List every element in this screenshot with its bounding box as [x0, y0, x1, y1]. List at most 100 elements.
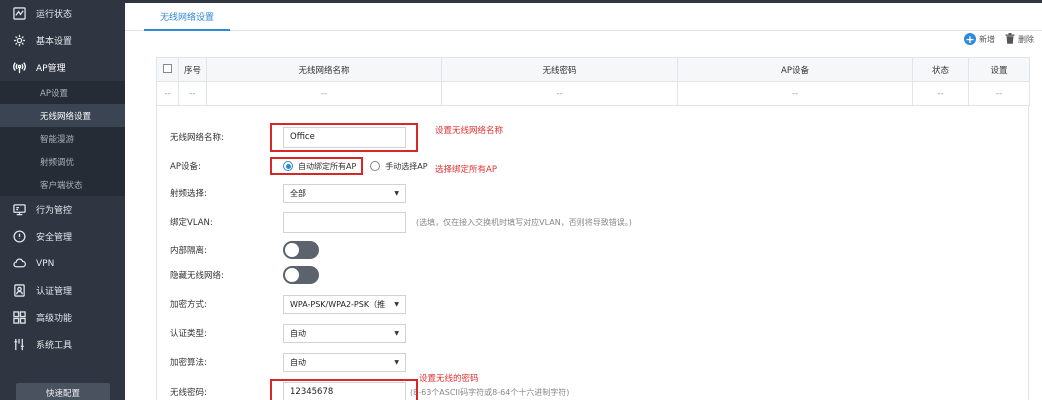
wireless-form: 无线网络名称: Office AP设备: 自动绑定所有AP 手动选择AP 射频选… — [156, 106, 1029, 400]
sidebar-item-basic-settings[interactable]: 基本设置 — [0, 27, 125, 54]
sidebar-item-ap-management[interactable]: AP管理 — [0, 54, 125, 81]
toggle-knob — [285, 243, 299, 257]
add-button[interactable]: + 新增 — [964, 33, 995, 45]
caret-down-icon: ▼ — [394, 300, 399, 308]
select-all-cell — [156, 57, 179, 82]
sidebar-subitem-wireless-settings[interactable]: 无线网络设置 — [0, 104, 125, 127]
tab-bar: 无线网络设置 — [125, 4, 1042, 31]
sidebar-item-vpn[interactable]: VPN — [0, 250, 125, 277]
caret-down-icon: ▼ — [394, 358, 399, 366]
trash-icon — [1005, 32, 1015, 46]
toggle-knob — [285, 268, 299, 282]
auth-type-row: 认证类型: 自动 ▼ — [170, 322, 406, 344]
auth-type-label: 认证类型: — [170, 329, 207, 339]
auth-type-select[interactable]: 自动 ▼ — [283, 323, 406, 343]
ssid-row: 无线网络名称: Office — [170, 126, 406, 148]
table-cell: -- — [968, 81, 1030, 106]
sidebar: 运行状态 基本设置 AP管理 AP设置 无线网络设置 智能漫游 射频调优 客户端… — [0, 0, 125, 400]
sidebar-item-label: 系统工具 — [36, 341, 73, 351]
chart-line-icon — [12, 7, 26, 21]
table-cell: -- — [156, 81, 179, 106]
select-all-checkbox[interactable] — [163, 63, 172, 73]
caret-down-icon: ▼ — [394, 189, 399, 197]
isolation-toggle[interactable] — [283, 241, 319, 259]
ssid-input[interactable]: Office — [283, 126, 406, 148]
radio-manual-select-ap[interactable]: 手动选择AP — [370, 161, 428, 172]
cipher-select[interactable]: 自动 ▼ — [283, 352, 406, 372]
ap-device-row: AP设备: 自动绑定所有AP 手动选择AP — [170, 155, 428, 177]
sidebar-item-status[interactable]: 运行状态 — [0, 0, 125, 27]
main-content: 无线网络设置 + 新增 删除 序号 无线网络名称 无线密码 AP设备 状态 设置… — [125, 0, 1042, 400]
hide-ssid-toggle[interactable] — [283, 266, 319, 284]
password-row: 无线密码: 12345678 (8-63个ASCII码字符或8-64个十六进制字… — [170, 381, 569, 400]
sidebar-item-label: 行为管控 — [36, 206, 73, 216]
encryption-label: 加密方式: — [170, 300, 207, 310]
encryption-row: 加密方式: WPA-PSK/WPA2-PSK（推 ▼ — [170, 293, 406, 315]
caret-down-icon: ▼ — [394, 329, 399, 337]
sidebar-item-advanced[interactable]: 高级功能 — [0, 304, 125, 331]
sidebar-item-label: AP管理 — [36, 64, 66, 74]
column-header: 状态 — [912, 57, 969, 82]
select-value: 全部 — [290, 188, 306, 198]
top-border — [125, 0, 1042, 3]
vlan-label: 绑定VLAN: — [170, 218, 213, 228]
shield-icon — [12, 230, 26, 244]
vlan-input[interactable] — [283, 211, 406, 233]
table-toolbar: + 新增 删除 — [964, 31, 1034, 47]
wireless-table: 序号 无线网络名称 无线密码 AP设备 状态 设置 -- -- -- -- --… — [156, 57, 1030, 106]
password-label: 无线密码: — [170, 388, 207, 398]
column-header: 序号 — [178, 57, 207, 82]
password-hint: (8-63个ASCII码字符或8-64个十六进制字符) — [410, 387, 570, 397]
add-label: 新增 — [979, 34, 995, 44]
table-cell: -- — [206, 81, 442, 106]
hide-ssid-label: 隐藏无线网络: — [170, 271, 224, 281]
sidebar-item-behavior-control[interactable]: 行为管控 — [0, 196, 125, 223]
radio-label: 自动绑定所有AP — [298, 161, 357, 171]
table-cell: -- — [912, 81, 969, 106]
sidebar-item-label: 基本设置 — [36, 37, 73, 47]
vlan-hint: (选填，仅在接入交换机时填写对应VLAN，否则将导致错误。) — [416, 217, 632, 227]
sidebar-subitem-rf-tuning[interactable]: 射频调优 — [0, 150, 125, 173]
sidebar-item-security[interactable]: 安全管理 — [0, 223, 125, 250]
quick-config-button[interactable]: 快速配置 — [16, 383, 110, 400]
select-value: 自动 — [290, 357, 306, 367]
radio-band-label: 射频选择: — [170, 189, 207, 199]
sidebar-subitem-client-status[interactable]: 客户端状态 — [0, 173, 125, 196]
hide-ssid-row: 隐藏无线网络: — [170, 264, 319, 286]
password-input[interactable]: 12345678 — [283, 381, 406, 400]
column-header: 设置 — [968, 57, 1030, 82]
radio-dot-icon — [370, 161, 381, 171]
sidebar-item-label: 运行状态 — [36, 10, 73, 20]
radio-auto-bind-all-ap[interactable]: 自动绑定所有AP — [283, 161, 356, 172]
sidebar-subitem-smart-roaming[interactable]: 智能漫游 — [0, 127, 125, 150]
vlan-row: 绑定VLAN: (选填，仅在接入交换机时填写对应VLAN，否则将导致错误。) — [170, 211, 632, 233]
sidebar-item-system-tools[interactable]: 系统工具 — [0, 331, 125, 358]
ssid-label: 无线网络名称: — [170, 133, 224, 143]
cipher-row: 加密算法: 自动 ▼ — [170, 351, 406, 373]
sidebar-item-auth[interactable]: 认证管理 — [0, 277, 125, 304]
sidebar-item-label: 安全管理 — [36, 233, 73, 243]
radio-band-select[interactable]: 全部 ▼ — [283, 183, 406, 203]
column-header: 无线网络名称 — [206, 57, 442, 82]
sidebar-item-label: VPN — [36, 258, 55, 269]
column-header: 无线密码 — [441, 57, 678, 82]
tab-wireless-settings[interactable]: 无线网络设置 — [144, 4, 231, 31]
table-cell: -- — [677, 81, 913, 106]
sidebar-subitem-ap-settings[interactable]: AP设置 — [0, 81, 125, 104]
radio-label: 手动选择AP — [385, 161, 428, 171]
sidebar-item-label: 认证管理 — [36, 287, 73, 297]
wireless-ap-icon — [12, 61, 26, 75]
table-row: -- -- -- -- -- -- -- — [156, 81, 1030, 106]
select-value: 自动 — [290, 328, 306, 338]
column-header: AP设备 — [677, 57, 913, 82]
table-header-row: 序号 无线网络名称 无线密码 AP设备 状态 设置 — [156, 57, 1030, 82]
tools-icon — [12, 338, 26, 352]
table-cell: -- — [441, 81, 678, 106]
delete-label: 删除 — [1018, 34, 1034, 44]
ap-submenu: AP设置 无线网络设置 智能漫游 射频调优 客户端状态 — [0, 81, 125, 196]
delete-button[interactable]: 删除 — [1005, 32, 1034, 46]
sidebar-item-label: 高级功能 — [36, 314, 73, 324]
plus-circle-icon: + — [964, 32, 976, 46]
encryption-select[interactable]: WPA-PSK/WPA2-PSK（推 ▼ — [283, 294, 406, 314]
ap-device-label: AP设备: — [170, 162, 201, 172]
